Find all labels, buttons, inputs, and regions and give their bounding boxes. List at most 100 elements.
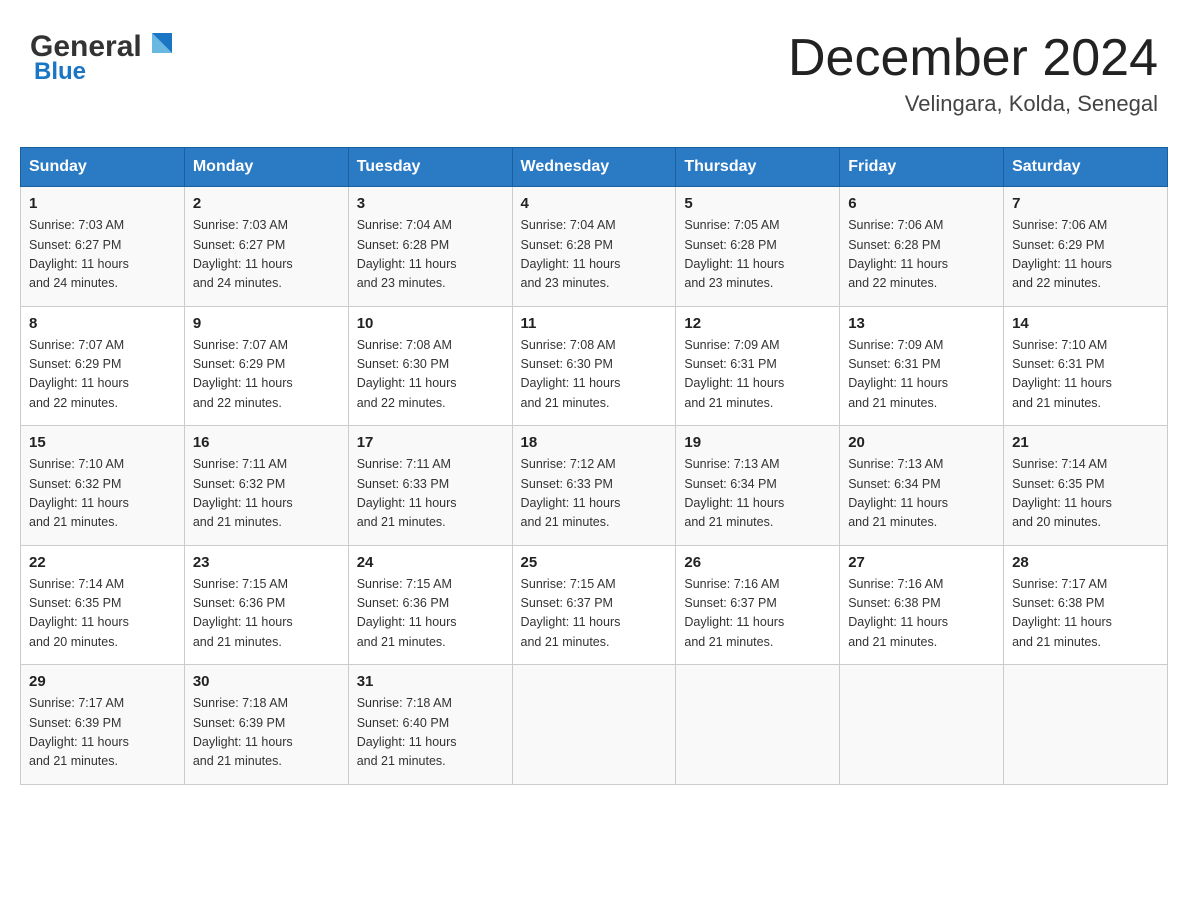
table-row: 22 Sunrise: 7:14 AMSunset: 6:35 PMDaylig… bbox=[21, 545, 185, 665]
col-header-wednesday: Wednesday bbox=[512, 148, 676, 187]
table-row: 1 Sunrise: 7:03 AMSunset: 6:27 PMDayligh… bbox=[21, 187, 185, 307]
day-number: 10 bbox=[357, 315, 504, 332]
day-number: 29 bbox=[29, 673, 176, 690]
day-number: 28 bbox=[1012, 554, 1159, 571]
day-info: Sunrise: 7:16 AMSunset: 6:38 PMDaylight:… bbox=[848, 575, 995, 653]
day-info: Sunrise: 7:04 AMSunset: 6:28 PMDaylight:… bbox=[521, 216, 668, 294]
day-info: Sunrise: 7:07 AMSunset: 6:29 PMDaylight:… bbox=[193, 336, 340, 414]
day-info: Sunrise: 7:15 AMSunset: 6:37 PMDaylight:… bbox=[521, 575, 668, 653]
table-row bbox=[1004, 665, 1168, 785]
day-info: Sunrise: 7:12 AMSunset: 6:33 PMDaylight:… bbox=[521, 455, 668, 533]
day-info: Sunrise: 7:14 AMSunset: 6:35 PMDaylight:… bbox=[1012, 455, 1159, 533]
day-number: 5 bbox=[684, 195, 831, 212]
day-info: Sunrise: 7:07 AMSunset: 6:29 PMDaylight:… bbox=[29, 336, 176, 414]
table-row: 18 Sunrise: 7:12 AMSunset: 6:33 PMDaylig… bbox=[512, 426, 676, 546]
table-row: 27 Sunrise: 7:16 AMSunset: 6:38 PMDaylig… bbox=[840, 545, 1004, 665]
table-row: 5 Sunrise: 7:05 AMSunset: 6:28 PMDayligh… bbox=[676, 187, 840, 307]
day-number: 13 bbox=[848, 315, 995, 332]
table-row bbox=[676, 665, 840, 785]
table-row: 9 Sunrise: 7:07 AMSunset: 6:29 PMDayligh… bbox=[184, 306, 348, 426]
week-row-4: 22 Sunrise: 7:14 AMSunset: 6:35 PMDaylig… bbox=[21, 545, 1168, 665]
week-row-2: 8 Sunrise: 7:07 AMSunset: 6:29 PMDayligh… bbox=[21, 306, 1168, 426]
table-row: 24 Sunrise: 7:15 AMSunset: 6:36 PMDaylig… bbox=[348, 545, 512, 665]
table-row: 19 Sunrise: 7:13 AMSunset: 6:34 PMDaylig… bbox=[676, 426, 840, 546]
col-header-monday: Monday bbox=[184, 148, 348, 187]
logo: General Blue bbox=[30, 30, 180, 86]
table-row: 26 Sunrise: 7:16 AMSunset: 6:37 PMDaylig… bbox=[676, 545, 840, 665]
day-number: 16 bbox=[193, 434, 340, 451]
day-info: Sunrise: 7:03 AMSunset: 6:27 PMDaylight:… bbox=[193, 216, 340, 294]
day-number: 12 bbox=[684, 315, 831, 332]
day-number: 8 bbox=[29, 315, 176, 332]
day-number: 26 bbox=[684, 554, 831, 571]
calendar-table: SundayMondayTuesdayWednesdayThursdayFrid… bbox=[20, 147, 1168, 785]
table-row: 29 Sunrise: 7:17 AMSunset: 6:39 PMDaylig… bbox=[21, 665, 185, 785]
logo-icon bbox=[144, 27, 180, 63]
col-header-sunday: Sunday bbox=[21, 148, 185, 187]
table-row bbox=[840, 665, 1004, 785]
day-number: 31 bbox=[357, 673, 504, 690]
table-row: 6 Sunrise: 7:06 AMSunset: 6:28 PMDayligh… bbox=[840, 187, 1004, 307]
day-number: 2 bbox=[193, 195, 340, 212]
day-number: 14 bbox=[1012, 315, 1159, 332]
table-row: 23 Sunrise: 7:15 AMSunset: 6:36 PMDaylig… bbox=[184, 545, 348, 665]
day-number: 15 bbox=[29, 434, 176, 451]
table-row: 8 Sunrise: 7:07 AMSunset: 6:29 PMDayligh… bbox=[21, 306, 185, 426]
col-header-saturday: Saturday bbox=[1004, 148, 1168, 187]
day-info: Sunrise: 7:10 AMSunset: 6:31 PMDaylight:… bbox=[1012, 336, 1159, 414]
day-number: 6 bbox=[848, 195, 995, 212]
day-number: 27 bbox=[848, 554, 995, 571]
day-info: Sunrise: 7:09 AMSunset: 6:31 PMDaylight:… bbox=[684, 336, 831, 414]
table-row: 28 Sunrise: 7:17 AMSunset: 6:38 PMDaylig… bbox=[1004, 545, 1168, 665]
col-header-tuesday: Tuesday bbox=[348, 148, 512, 187]
table-row: 25 Sunrise: 7:15 AMSunset: 6:37 PMDaylig… bbox=[512, 545, 676, 665]
location-text: Velingara, Kolda, Senegal bbox=[788, 91, 1158, 117]
day-number: 19 bbox=[684, 434, 831, 451]
day-info: Sunrise: 7:13 AMSunset: 6:34 PMDaylight:… bbox=[684, 455, 831, 533]
day-info: Sunrise: 7:18 AMSunset: 6:39 PMDaylight:… bbox=[193, 694, 340, 772]
day-info: Sunrise: 7:08 AMSunset: 6:30 PMDaylight:… bbox=[357, 336, 504, 414]
day-info: Sunrise: 7:03 AMSunset: 6:27 PMDaylight:… bbox=[29, 216, 176, 294]
col-header-friday: Friday bbox=[840, 148, 1004, 187]
table-row: 14 Sunrise: 7:10 AMSunset: 6:31 PMDaylig… bbox=[1004, 306, 1168, 426]
table-row: 20 Sunrise: 7:13 AMSunset: 6:34 PMDaylig… bbox=[840, 426, 1004, 546]
day-number: 23 bbox=[193, 554, 340, 571]
day-info: Sunrise: 7:06 AMSunset: 6:29 PMDaylight:… bbox=[1012, 216, 1159, 294]
table-row: 10 Sunrise: 7:08 AMSunset: 6:30 PMDaylig… bbox=[348, 306, 512, 426]
table-row: 15 Sunrise: 7:10 AMSunset: 6:32 PMDaylig… bbox=[21, 426, 185, 546]
table-row: 13 Sunrise: 7:09 AMSunset: 6:31 PMDaylig… bbox=[840, 306, 1004, 426]
day-info: Sunrise: 7:11 AMSunset: 6:33 PMDaylight:… bbox=[357, 455, 504, 533]
table-row: 4 Sunrise: 7:04 AMSunset: 6:28 PMDayligh… bbox=[512, 187, 676, 307]
day-info: Sunrise: 7:15 AMSunset: 6:36 PMDaylight:… bbox=[357, 575, 504, 653]
day-info: Sunrise: 7:08 AMSunset: 6:30 PMDaylight:… bbox=[521, 336, 668, 414]
week-row-1: 1 Sunrise: 7:03 AMSunset: 6:27 PMDayligh… bbox=[21, 187, 1168, 307]
week-row-5: 29 Sunrise: 7:17 AMSunset: 6:39 PMDaylig… bbox=[21, 665, 1168, 785]
page-header: General Blue December 2024 Velingara, Ko… bbox=[20, 20, 1168, 127]
day-info: Sunrise: 7:14 AMSunset: 6:35 PMDaylight:… bbox=[29, 575, 176, 653]
table-row: 3 Sunrise: 7:04 AMSunset: 6:28 PMDayligh… bbox=[348, 187, 512, 307]
table-row: 11 Sunrise: 7:08 AMSunset: 6:30 PMDaylig… bbox=[512, 306, 676, 426]
day-info: Sunrise: 7:05 AMSunset: 6:28 PMDaylight:… bbox=[684, 216, 831, 294]
table-row: 31 Sunrise: 7:18 AMSunset: 6:40 PMDaylig… bbox=[348, 665, 512, 785]
table-row: 30 Sunrise: 7:18 AMSunset: 6:39 PMDaylig… bbox=[184, 665, 348, 785]
table-row: 17 Sunrise: 7:11 AMSunset: 6:33 PMDaylig… bbox=[348, 426, 512, 546]
day-number: 24 bbox=[357, 554, 504, 571]
header-row: SundayMondayTuesdayWednesdayThursdayFrid… bbox=[21, 148, 1168, 187]
month-title: December 2024 bbox=[788, 30, 1158, 87]
day-info: Sunrise: 7:10 AMSunset: 6:32 PMDaylight:… bbox=[29, 455, 176, 533]
table-row bbox=[512, 665, 676, 785]
day-number: 18 bbox=[521, 434, 668, 451]
table-row: 21 Sunrise: 7:14 AMSunset: 6:35 PMDaylig… bbox=[1004, 426, 1168, 546]
day-info: Sunrise: 7:17 AMSunset: 6:38 PMDaylight:… bbox=[1012, 575, 1159, 653]
day-number: 3 bbox=[357, 195, 504, 212]
table-row: 7 Sunrise: 7:06 AMSunset: 6:29 PMDayligh… bbox=[1004, 187, 1168, 307]
day-info: Sunrise: 7:06 AMSunset: 6:28 PMDaylight:… bbox=[848, 216, 995, 294]
table-row: 2 Sunrise: 7:03 AMSunset: 6:27 PMDayligh… bbox=[184, 187, 348, 307]
day-number: 4 bbox=[521, 195, 668, 212]
table-row: 12 Sunrise: 7:09 AMSunset: 6:31 PMDaylig… bbox=[676, 306, 840, 426]
table-row: 16 Sunrise: 7:11 AMSunset: 6:32 PMDaylig… bbox=[184, 426, 348, 546]
day-info: Sunrise: 7:18 AMSunset: 6:40 PMDaylight:… bbox=[357, 694, 504, 772]
day-number: 11 bbox=[521, 315, 668, 332]
day-number: 22 bbox=[29, 554, 176, 571]
day-number: 9 bbox=[193, 315, 340, 332]
